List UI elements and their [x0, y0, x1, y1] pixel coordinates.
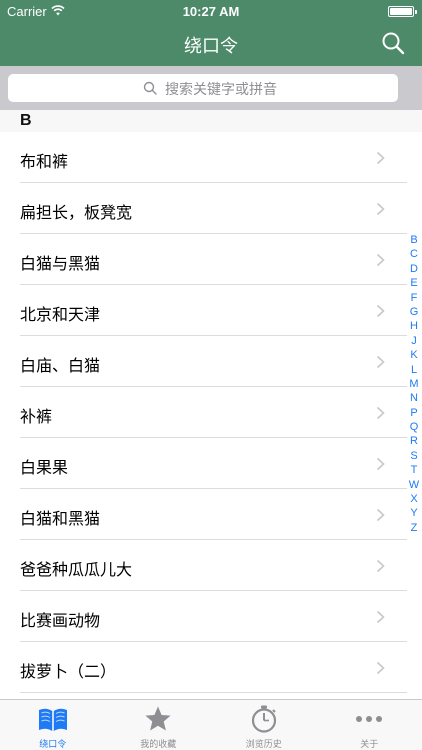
list-item[interactable]: 白猫和黑猫	[0, 489, 422, 540]
search-glass-icon	[143, 81, 157, 95]
status-time: 10:27 AM	[182, 4, 240, 19]
list-item-label: 白猫和黑猫	[20, 509, 101, 528]
more-icon	[356, 716, 383, 722]
navigation-bar: Carrier 10:27 AM 绕口令	[0, 0, 422, 66]
index-letter[interactable]: B	[404, 233, 422, 247]
search-area: 搜索关键字或拼音	[0, 66, 422, 110]
list-item[interactable]: 布和裤	[0, 132, 422, 183]
index-letter[interactable]: H	[404, 319, 422, 333]
chevron-right-icon	[376, 406, 385, 420]
index-letter[interactable]: C	[404, 247, 422, 261]
index-letter[interactable]: Y	[404, 506, 422, 520]
list-item[interactable]: 白庙、白猫	[0, 336, 422, 387]
list-item[interactable]: 比赛画动物	[0, 591, 422, 642]
index-letter[interactable]: W	[404, 478, 422, 492]
stopwatch-icon	[251, 705, 276, 733]
tab-tongue-twisters[interactable]: 绕口令	[0, 700, 106, 750]
list-item-label: 爸爸种瓜瓜儿大	[20, 560, 133, 579]
chevron-right-icon	[376, 253, 385, 267]
book-icon	[38, 708, 67, 731]
section-header: B	[0, 110, 422, 132]
search-input[interactable]: 搜索关键字或拼音	[8, 74, 398, 102]
section-letter: B	[20, 112, 32, 129]
index-letter[interactable]: N	[404, 391, 422, 405]
page-title: 绕口令	[184, 36, 238, 57]
chevron-right-icon	[376, 355, 385, 369]
index-letter[interactable]: P	[404, 406, 422, 420]
index-letter[interactable]: F	[404, 291, 422, 305]
chevron-right-icon	[376, 610, 385, 624]
list-item-label: 白庙、白猫	[20, 356, 101, 375]
list-item-label: 比赛画动物	[20, 611, 101, 630]
index-letter[interactable]: D	[404, 262, 422, 276]
index-letter[interactable]: G	[404, 305, 422, 319]
index-letter[interactable]: R	[404, 434, 422, 448]
list-item-label: 补裤	[20, 407, 53, 426]
index-letter[interactable]: S	[404, 449, 422, 463]
chevron-right-icon	[376, 151, 385, 165]
index-letter[interactable]: Q	[404, 420, 422, 434]
row-separator	[20, 692, 407, 693]
list-item[interactable]: 补裤	[0, 387, 422, 438]
list-item[interactable]: 扁担长，板凳宽	[0, 183, 422, 234]
chevron-right-icon	[376, 559, 385, 573]
search-icon[interactable]	[380, 30, 406, 56]
index-letter[interactable]: X	[404, 492, 422, 506]
index-letter[interactable]: J	[404, 334, 422, 348]
index-letter[interactable]: L	[404, 363, 422, 377]
chevron-right-icon	[376, 661, 385, 675]
section-index-bar[interactable]: B C D E F G H J K L M N P Q R S T W X Y …	[404, 233, 422, 535]
status-bar: Carrier 10:27 AM	[0, 0, 422, 22]
list-item-label: 扁担长，板凳宽	[20, 203, 133, 222]
tab-bar: 绕口令 我的收藏 浏览历史 关于	[0, 699, 422, 750]
list-item-label: 白果果	[20, 458, 69, 477]
tab-about[interactable]: 关于	[317, 700, 422, 750]
chevron-right-icon	[376, 202, 385, 216]
search-placeholder: 搜索关键字或拼音	[165, 82, 277, 98]
tab-label: 我的收藏	[140, 740, 177, 750]
list-item[interactable]: 北京和天津	[0, 285, 422, 336]
list-item-label: 布和裤	[20, 152, 69, 171]
list-item[interactable]: 白猫与黑猫	[0, 234, 422, 285]
index-letter[interactable]: T	[404, 463, 422, 477]
chevron-right-icon	[376, 304, 385, 318]
list-item-label: 北京和天津	[20, 305, 101, 324]
tab-label: 绕口令	[39, 740, 67, 750]
chevron-right-icon	[376, 508, 385, 522]
list-item[interactable]: 白果果	[0, 438, 422, 489]
list-item[interactable]: 拔萝卜（二）	[0, 642, 422, 693]
index-letter[interactable]: M	[404, 377, 422, 391]
tab-favorites[interactable]: 我的收藏	[106, 700, 212, 750]
chevron-right-icon	[376, 457, 385, 471]
tab-label: 关于	[360, 740, 379, 750]
star-icon	[145, 706, 171, 731]
list-item-label: 拔萝卜（二）	[20, 662, 117, 681]
list-item-label: 白猫与黑猫	[20, 254, 101, 273]
list-item[interactable]: 爸爸种瓜瓜儿大	[0, 540, 422, 591]
battery-icon	[388, 6, 417, 17]
index-letter[interactable]: Z	[404, 521, 422, 535]
index-letter[interactable]: E	[404, 276, 422, 290]
tab-label: 浏览历史	[245, 740, 282, 750]
tab-history[interactable]: 浏览历史	[211, 700, 317, 750]
index-letter[interactable]: K	[404, 348, 422, 362]
